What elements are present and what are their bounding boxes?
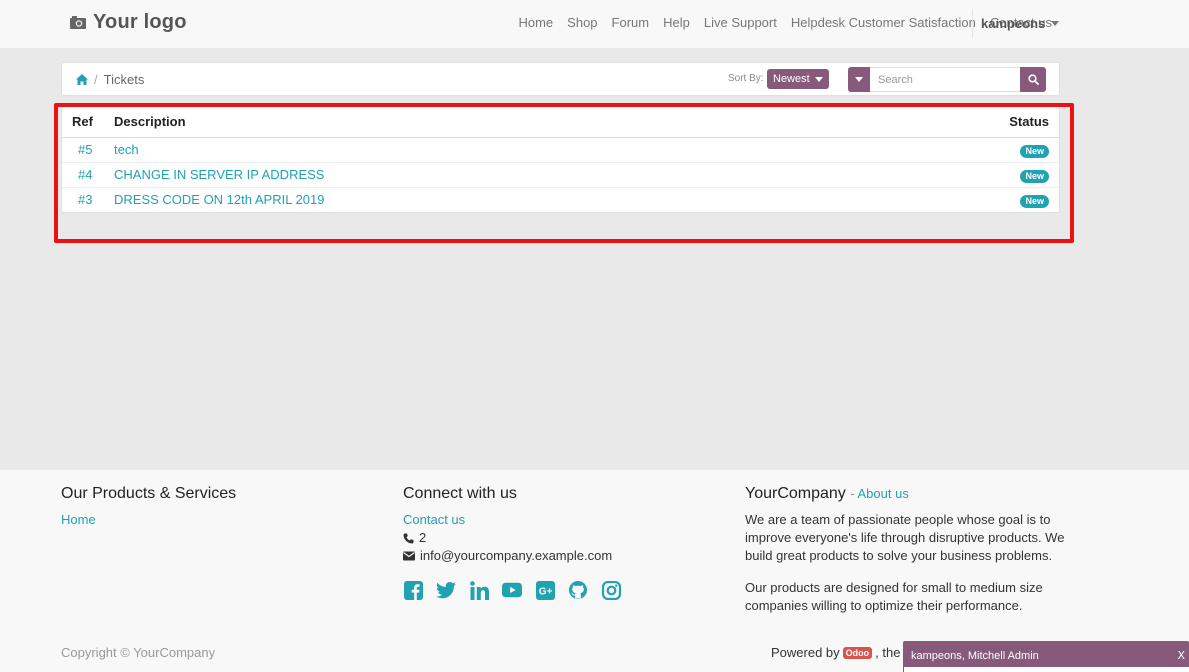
search-input[interactable] bbox=[870, 67, 1020, 92]
nav-shop[interactable]: Shop bbox=[560, 14, 604, 32]
breadcrumb-separator: / bbox=[94, 72, 98, 87]
copyright: Copyright © YourCompany bbox=[61, 645, 216, 660]
close-icon[interactable]: X bbox=[1177, 649, 1185, 662]
odoo-logo[interactable]: Odoo bbox=[842, 646, 873, 659]
search-button[interactable] bbox=[1020, 67, 1046, 92]
footer-connect: Connect with us Contact us 2 info@yourco… bbox=[403, 485, 621, 600]
about-wrapper: - About us bbox=[850, 486, 909, 501]
company-name: YourCompany bbox=[745, 485, 846, 502]
search-group bbox=[848, 67, 1046, 92]
youtube-icon[interactable] bbox=[502, 580, 522, 600]
svg-text:G+: G+ bbox=[538, 586, 552, 597]
search-filter-dropdown[interactable] bbox=[848, 67, 870, 92]
nav-help[interactable]: Help bbox=[656, 14, 697, 32]
chat-title[interactable]: kampeons, Mitchell Admin bbox=[911, 650, 1039, 662]
breadcrumb-current: Tickets bbox=[103, 72, 145, 87]
nav-live-support[interactable]: Live Support bbox=[697, 14, 784, 32]
footer-company-title: YourCompany - About us bbox=[745, 485, 1065, 503]
nav-helpdesk-satisfaction[interactable]: Helpdesk Customer Satisfaction bbox=[784, 14, 983, 32]
chevron-down-icon bbox=[1051, 21, 1060, 26]
chat-window[interactable]: kampeons, Mitchell Admin X bbox=[903, 641, 1189, 672]
footer-link-home[interactable]: Home bbox=[61, 511, 236, 529]
footer-phone-number: 2 bbox=[419, 530, 427, 545]
breadcrumb-bar: / Tickets Sort By: Newest bbox=[61, 62, 1060, 96]
footer-email: info@yourcompany.example.com bbox=[403, 547, 621, 565]
user-menu[interactable]: kampeons bbox=[972, 9, 1060, 38]
powered-by: Powered by Odoo , the # bbox=[771, 645, 911, 660]
instagram-icon[interactable] bbox=[601, 580, 621, 600]
sort-label: Sort By: bbox=[728, 73, 764, 84]
powered-prefix: Powered by bbox=[771, 645, 840, 660]
sort-dropdown[interactable]: Newest bbox=[767, 69, 829, 89]
about-us-link[interactable]: About us bbox=[858, 486, 909, 501]
about-prefix: - bbox=[850, 486, 858, 501]
camera-icon bbox=[70, 16, 86, 29]
footer-email-address[interactable]: info@yourcompany.example.com bbox=[420, 547, 612, 565]
top-navbar: Your logo Home Shop Forum Help Live Supp… bbox=[0, 0, 1189, 48]
facebook-icon[interactable] bbox=[403, 580, 423, 600]
envelope-icon bbox=[403, 551, 415, 561]
twitter-icon[interactable] bbox=[436, 580, 456, 600]
highlight-box bbox=[54, 103, 1074, 243]
footer-phone: 2 bbox=[403, 529, 621, 547]
social-links: G+ bbox=[403, 580, 621, 600]
user-name: kampeons bbox=[981, 16, 1046, 31]
nav-home[interactable]: Home bbox=[511, 14, 560, 32]
phone-icon bbox=[403, 533, 414, 543]
sort-value: Newest bbox=[773, 73, 810, 85]
footer-products-title: Our Products & Services bbox=[61, 485, 237, 502]
company-description: We are a team of passionate people whose… bbox=[745, 512, 1065, 563]
search-icon bbox=[1027, 74, 1039, 85]
linkedin-icon[interactable] bbox=[469, 580, 489, 600]
company-description-2: Our products are designed for small to m… bbox=[745, 580, 1043, 613]
nav-forum[interactable]: Forum bbox=[605, 14, 657, 32]
logo-text: Your logo bbox=[93, 11, 187, 33]
footer-products: Our Products & Services Home bbox=[61, 485, 236, 529]
footer-connect-title: Connect with us bbox=[403, 485, 517, 502]
github-icon[interactable] bbox=[568, 580, 588, 600]
footer-contact-link[interactable]: Contact us bbox=[403, 511, 621, 529]
breadcrumb: / Tickets bbox=[76, 72, 144, 87]
footer-company: YourCompany - About us We are a team of … bbox=[745, 485, 1065, 615]
chat-body bbox=[903, 667, 1189, 672]
google-plus-icon[interactable]: G+ bbox=[535, 580, 555, 600]
logo[interactable]: Your logo bbox=[70, 11, 187, 34]
chevron-down-icon bbox=[814, 76, 823, 82]
home-icon[interactable] bbox=[76, 74, 88, 85]
chevron-down-icon bbox=[855, 77, 863, 82]
